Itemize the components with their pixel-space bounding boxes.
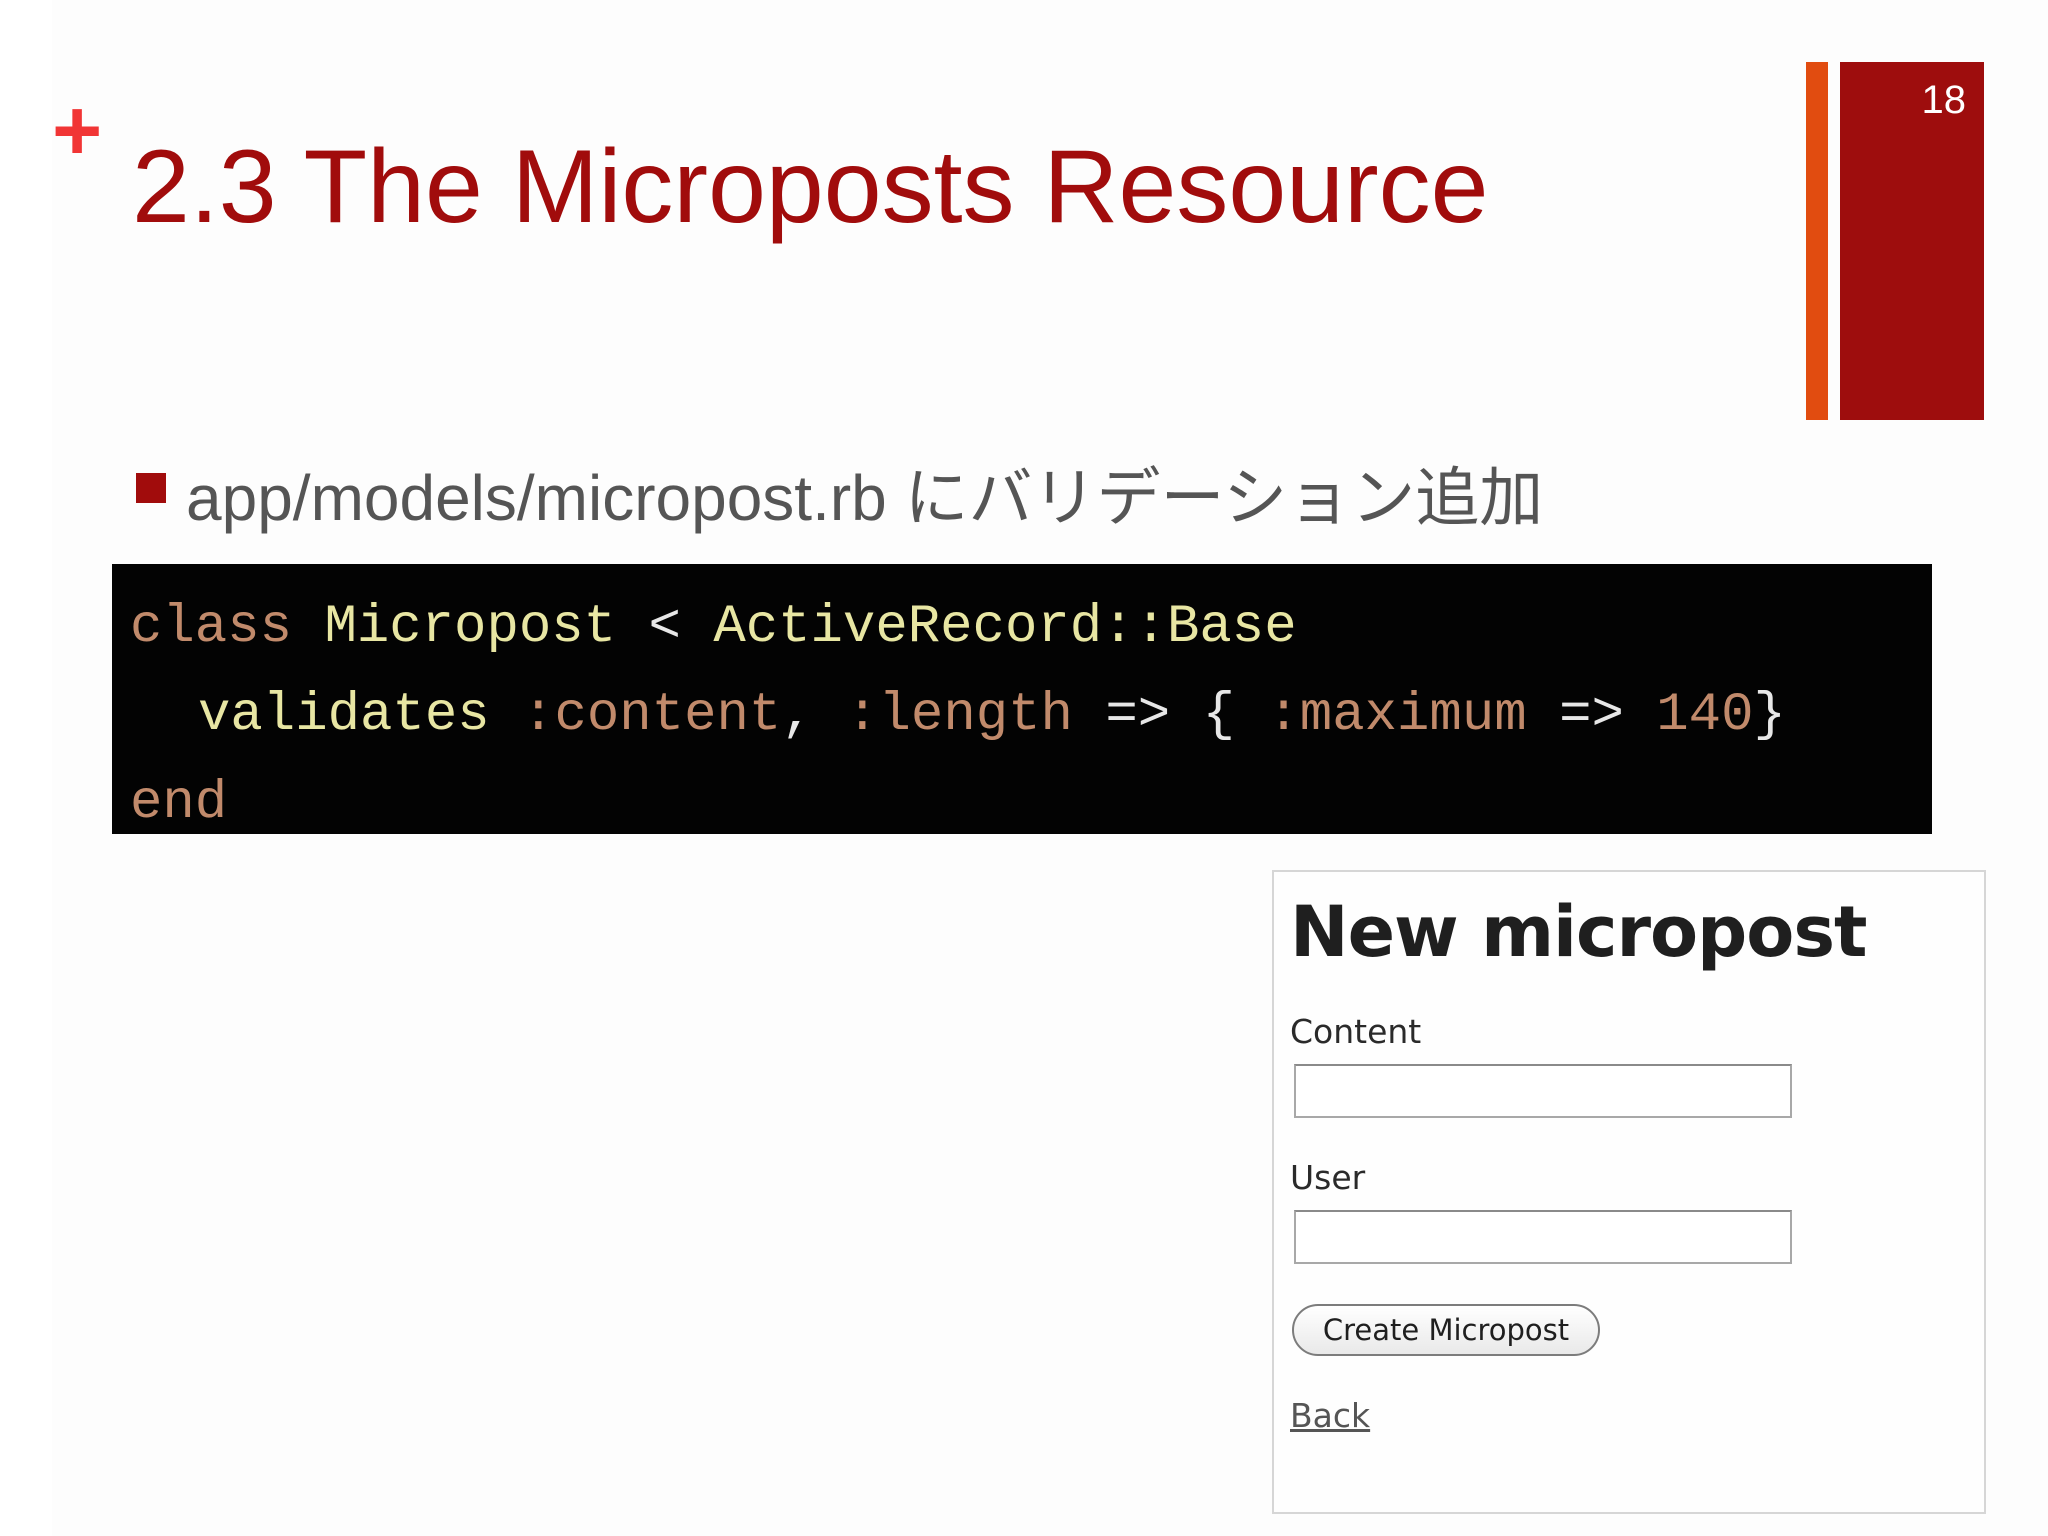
create-micropost-button[interactable]: Create Micropost bbox=[1292, 1304, 1600, 1356]
accent-bar bbox=[1806, 62, 1828, 420]
code-class-name: Micropost bbox=[324, 597, 617, 658]
code-line-1: class Micropost < ActiveRecord::Base bbox=[130, 584, 1914, 672]
plus-mark: + bbox=[52, 83, 103, 179]
code-symbol-maximum: :maximum bbox=[1267, 685, 1527, 746]
code-line-2: validates :content, :length => { :maximu… bbox=[130, 672, 1914, 760]
code-keyword-class: class bbox=[130, 597, 293, 658]
code-block: class Micropost < ActiveRecord::Base vali… bbox=[112, 564, 1932, 834]
form-heading: New micropost bbox=[1290, 891, 1867, 973]
code-line-3: end bbox=[130, 760, 1914, 848]
user-input[interactable] bbox=[1294, 1210, 1792, 1264]
user-label: User bbox=[1290, 1158, 1366, 1197]
code-brace-open: { bbox=[1202, 685, 1235, 746]
code-arrow-1: => bbox=[1105, 685, 1171, 746]
code-symbol-length: :length bbox=[846, 685, 1073, 746]
slide-title: 2.3 The Microposts Resource bbox=[132, 129, 1489, 245]
code-inherit-operator: < bbox=[648, 597, 681, 658]
new-micropost-form-screenshot: New micropost Content User Create Microp… bbox=[1272, 870, 1986, 1514]
code-brace-close: } bbox=[1753, 685, 1786, 746]
page-number-bar: 18 bbox=[1840, 62, 1984, 420]
code-parent-class: ActiveRecord::Base bbox=[713, 597, 1297, 658]
code-symbol-content: :content bbox=[522, 685, 782, 746]
page-number: 18 bbox=[1921, 78, 1967, 122]
bullet-square-icon bbox=[136, 473, 166, 504]
back-link[interactable]: Back bbox=[1290, 1396, 1370, 1435]
code-method: validates bbox=[198, 685, 490, 746]
code-keyword-end: end bbox=[130, 773, 228, 834]
code-number: 140 bbox=[1656, 685, 1754, 746]
content-input[interactable] bbox=[1294, 1064, 1792, 1118]
bullet-item: app/models/micropost.rb にバリデーション追加 bbox=[136, 460, 1543, 537]
code-arrow-2: => bbox=[1559, 685, 1624, 746]
code-comma: , bbox=[781, 685, 814, 746]
content-label: Content bbox=[1290, 1012, 1422, 1051]
bullet-text: app/models/micropost.rb にバリデーション追加 bbox=[186, 462, 1544, 534]
